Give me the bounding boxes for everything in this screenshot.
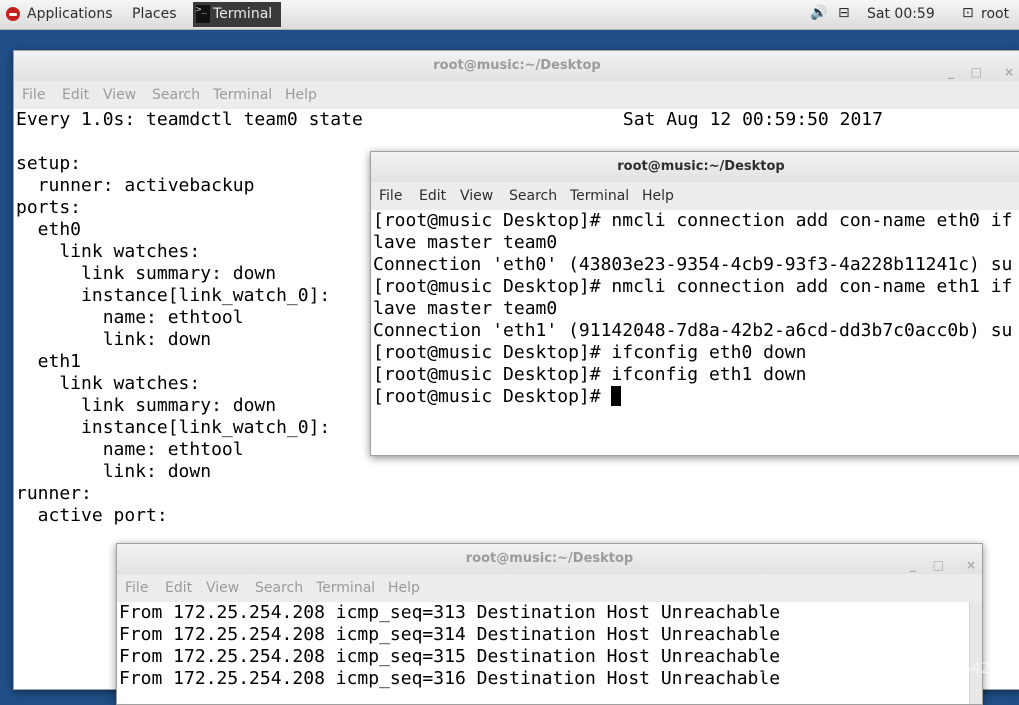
terminal-icon: >_ (196, 5, 210, 23)
menu-search[interactable]: Search (509, 188, 557, 204)
terminal-window-ping[interactable]: root@music:~/Desktop _ □ × File Edit Vie… (116, 543, 983, 705)
menu-file[interactable]: File (125, 580, 148, 596)
terminal-prompt-line[interactable]: [root@music Desktop]# (371, 386, 1019, 408)
terminal-line: Connection 'eth0' (43803e23-9354-4cb9-93… (373, 254, 1013, 275)
terminal-line: Connection 'eth1' (91142048-7d8a-42b2-a6… (373, 320, 1013, 341)
menu-help[interactable]: Help (642, 188, 674, 204)
menu-view[interactable]: View (460, 188, 493, 204)
terminal-output[interactable]: [root@music Desktop]# nmcli connection a… (371, 210, 1019, 455)
terminal-output[interactable]: From 172.25.254.208 icmp_seq=313 Destina… (117, 602, 970, 704)
menu-search[interactable]: Search (255, 580, 303, 596)
menu-view[interactable]: View (103, 87, 136, 103)
network-icon[interactable]: ⊟ (838, 5, 850, 21)
menu-edit[interactable]: Edit (419, 188, 446, 204)
scrollbar[interactable] (969, 602, 982, 704)
window-title: root@music:~/Desktop (465, 551, 634, 566)
menubar: File Edit View Search Terminal Help (117, 574, 982, 603)
menu-file[interactable]: File (22, 87, 45, 103)
fedora-logo-icon[interactable] (6, 7, 20, 21)
menu-edit[interactable]: Edit (165, 580, 192, 596)
user-menu[interactable]: root (981, 6, 1009, 22)
menu-help[interactable]: Help (285, 87, 317, 103)
terminal-line: From 172.25.254.208 icmp_seq=314 Destina… (119, 624, 781, 645)
terminal-line: [root@music Desktop]# ifconfig eth0 down (373, 342, 807, 363)
user-icon[interactable]: ⊡ (962, 5, 974, 21)
watermark: https://blog.csdn.net/weixin_4542928 (736, 659, 1019, 677)
speaker-icon[interactable]: 🔊 (810, 5, 827, 21)
menu-search[interactable]: Search (152, 87, 200, 103)
menubar: File Edit View Search Terminal Help (371, 182, 1019, 211)
terminal-line: [root@music Desktop]# ifconfig eth1 down (373, 364, 807, 385)
taskbar-terminal-label: Terminal (213, 6, 273, 22)
places-menu[interactable]: Places (132, 6, 177, 22)
terminal-line: [root@music Desktop]# nmcli connection a… (373, 276, 1013, 297)
applications-menu[interactable]: Applications (27, 6, 113, 22)
menu-help[interactable]: Help (388, 580, 420, 596)
menu-terminal[interactable]: Terminal (316, 580, 375, 596)
menu-view[interactable]: View (206, 580, 239, 596)
terminal-line: From 172.25.254.208 icmp_seq=313 Destina… (119, 602, 781, 623)
terminal-line: [root@music Desktop]# nmcli connection a… (373, 210, 1013, 231)
terminal-line: lave master team0 (373, 298, 558, 319)
menu-terminal[interactable]: Terminal (213, 87, 272, 103)
shell-prompt: [root@music Desktop]# (373, 386, 612, 407)
terminal-line: link: down (16, 461, 212, 482)
terminal-window-commands[interactable]: root@music:~/Desktop File Edit View Sear… (370, 151, 1019, 456)
text-cursor (611, 386, 622, 406)
menubar: File Edit View Search Terminal Help (14, 81, 1019, 110)
menu-file[interactable]: File (379, 188, 402, 204)
taskbar-terminal[interactable]: >_ Terminal (193, 2, 281, 27)
window-titlebar[interactable]: root@music:~/Desktop (371, 152, 1019, 182)
top-panel: Applications Places >_ Terminal 🔊 ⊟ Sat … (0, 0, 1019, 30)
window-title: root@music:~/Desktop (433, 58, 601, 73)
window-titlebar[interactable]: root@music:~/Desktop _ □ × (14, 51, 1019, 81)
menu-edit[interactable]: Edit (62, 87, 89, 103)
terminal-line: runner: (16, 483, 92, 504)
clock[interactable]: Sat 00:59 (867, 6, 935, 22)
window-titlebar[interactable]: root@music:~/Desktop _ □ × (117, 544, 982, 574)
window-title: root@music:~/Desktop (617, 159, 785, 174)
menu-terminal[interactable]: Terminal (570, 188, 629, 204)
terminal-line: active port: (16, 505, 168, 526)
terminal-line: Every 1.0s: teamdctl team0 state Sat Aug… (16, 109, 883, 130)
terminal-line: lave master team0 (373, 232, 558, 253)
